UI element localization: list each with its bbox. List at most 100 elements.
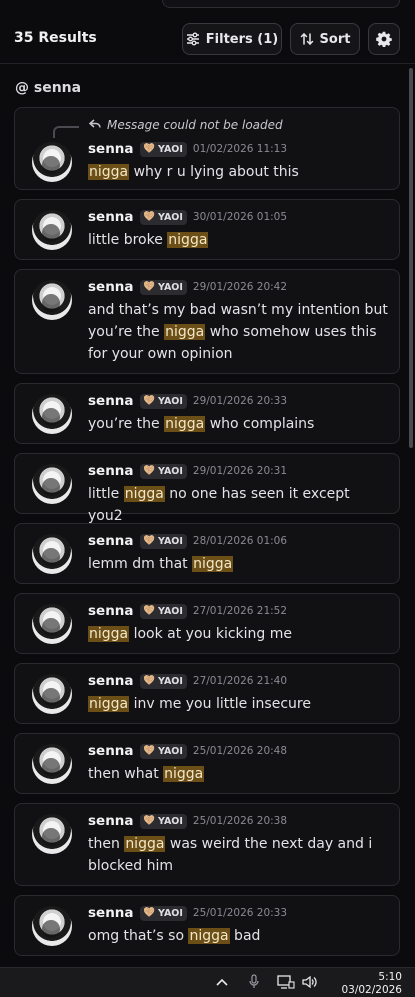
search-highlight: nigga	[88, 696, 130, 712]
avatar[interactable]	[32, 814, 72, 854]
filters-button[interactable]: Filters (1)	[182, 23, 282, 55]
network-icon[interactable]	[277, 974, 295, 994]
author-name[interactable]: senna	[88, 463, 134, 479]
results-count: 35 Results	[14, 30, 97, 46]
avatar[interactable]	[32, 604, 72, 644]
message-text: omg that’s so	[88, 928, 189, 944]
message-meta: senna 🧡︎ YAOI 29/01/2026 20:33	[88, 393, 287, 409]
message-content: and that’s my bad wasn’t my intention bu…	[88, 299, 388, 365]
message-content: nigga why r u lying about this	[88, 161, 388, 183]
result-card[interactable]: senna 🧡︎ YAOI 29/01/2026 20:31 little nigga …	[14, 453, 400, 524]
top-strip	[0, 0, 415, 12]
sort-arrows-icon	[300, 32, 314, 46]
timestamp: 28/01/2026 01:06	[192, 535, 288, 547]
message-text: why r u lying about this	[129, 164, 299, 180]
avatar[interactable]	[32, 280, 72, 320]
user-tag: 🧡︎ YAOI	[139, 743, 187, 759]
heart-icon: 🧡︎	[143, 536, 155, 546]
author-name[interactable]: senna	[88, 393, 134, 409]
message-content: omg that’s so nigga bad	[88, 925, 388, 947]
results-scrollbar[interactable]	[409, 68, 413, 448]
author-name[interactable]: senna	[88, 673, 134, 689]
result-card[interactable]: senna 🧡︎ YAOI 29/01/2026 20:42 and that’s my…	[14, 269, 400, 374]
author-name[interactable]: senna	[88, 141, 134, 157]
heart-icon: 🧡︎	[143, 396, 155, 406]
heart-icon: 🧡︎	[143, 746, 155, 756]
result-card[interactable]: senna 🧡︎ YAOI 27/01/2026 21:40 nigga inv me …	[14, 663, 400, 724]
result-card[interactable]: Message could not be loaded senna 🧡︎ YAOI 01…	[14, 107, 400, 190]
message-content: nigga inv me you little insecure	[88, 693, 388, 715]
message-meta: senna 🧡︎ YAOI 27/01/2026 21:40	[88, 673, 287, 689]
volume-icon[interactable]	[301, 974, 319, 994]
reply-connector	[53, 126, 79, 138]
result-card[interactable]: senna 🧡︎ YAOI 29/01/2026 20:33 you’re the ni…	[14, 383, 400, 444]
user-tag-label: YAOI	[157, 143, 183, 155]
avatar[interactable]	[32, 464, 72, 504]
message-text: lemm dm that	[88, 556, 193, 572]
result-card[interactable]: senna 🧡︎ YAOI 30/01/2026 01:05 little broke …	[14, 199, 400, 260]
user-tag: 🧡︎ YAOI	[139, 905, 187, 921]
taskbar-clock[interactable]: 5:10 03/02/2026	[336, 971, 402, 997]
user-tag: 🧡︎ YAOI	[139, 209, 187, 225]
result-card[interactable]: senna 🧡︎ YAOI 27/01/2026 21:52 nigga look at…	[14, 593, 400, 654]
heart-icon: 🧡︎	[143, 144, 155, 154]
author-name[interactable]: senna	[88, 209, 134, 225]
timestamp: 01/02/2026 11:13	[192, 143, 288, 155]
taskbar: 5:10 03/02/2026	[0, 967, 415, 997]
author-name[interactable]: senna	[88, 279, 134, 295]
user-tag: 🧡︎ YAOI	[139, 603, 187, 619]
message-content: little broke nigga	[88, 229, 388, 251]
message-meta: senna 🧡︎ YAOI 28/01/2026 01:06	[88, 533, 287, 549]
message-meta: senna 🧡︎ YAOI 29/01/2026 20:31	[88, 463, 287, 479]
message-text: who complains	[205, 416, 315, 432]
message-meta: senna 🧡︎ YAOI 01/02/2026 11:13	[88, 141, 287, 157]
message-text: look at you kicking me	[129, 626, 292, 642]
author-name[interactable]: senna	[88, 905, 134, 921]
timestamp: 27/01/2026 21:52	[192, 605, 288, 617]
avatar[interactable]	[32, 210, 72, 250]
message-text: then	[88, 836, 125, 852]
reply-arrow-icon	[88, 118, 101, 132]
user-tag-label: YAOI	[157, 535, 183, 547]
message-content: then what nigga	[88, 763, 388, 785]
reply-notice: Message could not be loaded	[107, 118, 283, 132]
avatar[interactable]	[32, 744, 72, 784]
chevron-up-icon[interactable]	[216, 976, 228, 991]
heart-icon: 🧡︎	[143, 816, 155, 826]
user-tag-label: YAOI	[157, 465, 183, 477]
author-name[interactable]: senna	[88, 603, 134, 619]
author-name[interactable]: senna	[88, 533, 134, 549]
result-card[interactable]: senna 🧡︎ YAOI 28/01/2026 01:06 lemm dm that …	[14, 523, 400, 584]
settings-button[interactable]	[368, 23, 400, 55]
user-tag: 🧡︎ YAOI	[139, 279, 187, 295]
heart-icon: 🧡︎	[143, 676, 155, 686]
message-content: nigga look at you kicking me	[88, 623, 388, 645]
message-text: inv me you little insecure	[129, 696, 311, 712]
clock-date: 03/02/2026	[341, 984, 402, 996]
message-content: little nigga no one has seen it except y…	[88, 483, 388, 527]
sort-button[interactable]: Sort	[290, 23, 360, 55]
avatar[interactable]	[32, 534, 72, 574]
user-tag-label: YAOI	[157, 907, 183, 919]
result-card[interactable]: senna 🧡︎ YAOI 25/01/2026 20:33 omg that’s so…	[14, 895, 400, 956]
reply-reference[interactable]: Message could not be loaded	[88, 118, 283, 132]
avatar[interactable]	[32, 394, 72, 434]
user-tag: 🧡︎ YAOI	[139, 463, 187, 479]
message-meta: senna 🧡︎ YAOI 29/01/2026 20:42	[88, 279, 287, 295]
search-highlight: nigga	[167, 232, 209, 248]
heart-icon: 🧡︎	[143, 606, 155, 616]
message-text: then what	[88, 766, 164, 782]
timestamp: 29/01/2026 20:33	[192, 395, 288, 407]
heart-icon: 🧡︎	[143, 212, 155, 222]
result-card[interactable]: senna 🧡︎ YAOI 25/01/2026 20:48 then what nig…	[14, 733, 400, 794]
avatar[interactable]	[32, 906, 72, 946]
sliders-icon	[186, 32, 200, 46]
microphone-icon[interactable]	[249, 974, 259, 994]
message-text: you’re the	[88, 416, 165, 432]
result-card[interactable]: senna 🧡︎ YAOI 25/01/2026 20:38 then nigga wa…	[14, 803, 400, 886]
search-highlight: nigga	[164, 416, 206, 432]
avatar[interactable]	[32, 142, 72, 182]
author-name[interactable]: senna	[88, 743, 134, 759]
author-name[interactable]: senna	[88, 813, 134, 829]
avatar[interactable]	[32, 674, 72, 714]
